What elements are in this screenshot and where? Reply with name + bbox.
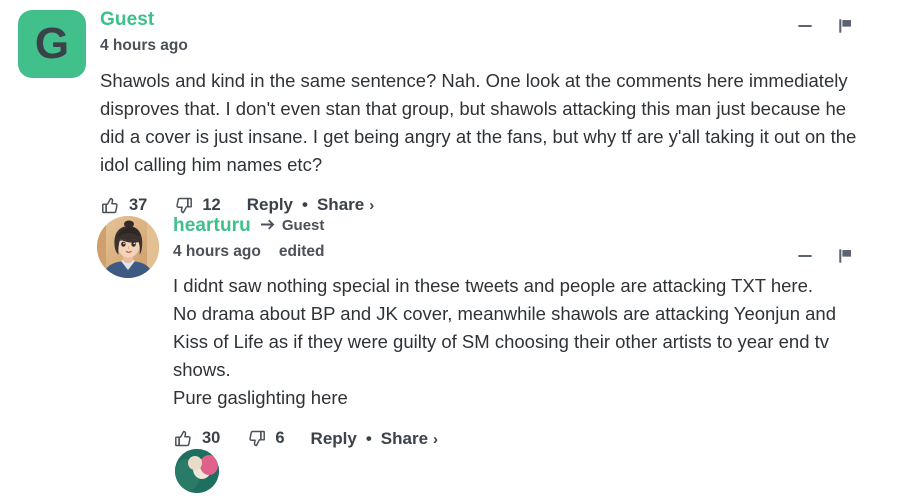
share-label: Share [316, 195, 365, 214]
comment-actions: 37 12 Reply • Share › [100, 195, 906, 216]
comment-time-row: 4 hours ago [100, 38, 906, 54]
reply-arrow-icon [260, 218, 277, 232]
comment-meta-row: Guest [100, 10, 906, 29]
comment-root-controls [796, 17, 854, 35]
upvote-button[interactable]: 30 [173, 428, 220, 449]
comment-next-partial [0, 449, 906, 493]
reply-to-name: Guest [281, 216, 325, 234]
comment-author[interactable]: hearturu [173, 216, 251, 235]
comment-meta-row: hearturu Guest [173, 216, 906, 235]
avatar-column [175, 449, 219, 493]
upvote-count: 30 [202, 429, 221, 447]
share-button[interactable]: Share › [317, 195, 374, 215]
comment-text: I didnt saw nothing special in these twe… [173, 275, 837, 408]
downvote-button[interactable]: 12 [173, 195, 221, 216]
flag-icon[interactable] [837, 17, 854, 35]
thumbs-down-icon [246, 428, 267, 449]
comment-text: Shawols and kind in the same sentence? N… [100, 69, 857, 175]
upvote-button[interactable]: 37 [100, 195, 147, 216]
comment-actions: 30 6 Reply • Share › [173, 428, 906, 449]
comment-body-column: hearturu Guest 4 hours ago edited I didn… [159, 216, 906, 450]
comment-author[interactable]: Guest [100, 10, 154, 29]
downvote-count: 6 [275, 429, 285, 447]
thumbs-up-icon [100, 195, 121, 216]
reply-to-mention[interactable]: Guest [260, 216, 325, 234]
share-label: Share [380, 428, 429, 448]
edited-label: edited [278, 242, 325, 260]
thumbs-down-icon [173, 195, 194, 216]
action-separator: • [302, 195, 308, 214]
comment-reply-controls [796, 247, 854, 265]
comment-reply: hearturu Guest 4 hours ago edited I didn… [0, 215, 906, 450]
flag-icon[interactable] [837, 247, 854, 265]
comment-timestamp: 4 hours ago [173, 242, 261, 260]
reply-button[interactable]: Reply [311, 429, 357, 449]
upvote-count: 37 [129, 195, 148, 214]
comment-timestamp: 4 hours ago [100, 37, 188, 54]
action-separator: • [365, 428, 372, 448]
reply-button[interactable]: Reply [247, 195, 293, 215]
chevron-right-icon: › [369, 197, 375, 214]
collapse-icon[interactable] [796, 17, 814, 35]
thumbs-up-icon [173, 428, 194, 449]
comment-root: G Guest 4 hours ago Shawols and kind in … [0, 0, 906, 216]
avatar-column: G [18, 10, 86, 78]
comment-thread: G Guest 4 hours ago Shawols and kind in … [0, 0, 906, 503]
comment-body-column: Guest 4 hours ago Shawols and kind in th… [86, 10, 906, 216]
downvote-button[interactable]: 6 [246, 428, 285, 449]
avatar[interactable]: G [18, 10, 86, 78]
downvote-count: 12 [202, 195, 221, 214]
share-button[interactable]: Share › [381, 429, 438, 449]
avatar[interactable] [175, 449, 219, 493]
collapse-icon[interactable] [796, 247, 814, 265]
chevron-right-icon: › [433, 430, 439, 448]
avatar-column [97, 215, 159, 278]
avatar[interactable] [97, 215, 159, 278]
